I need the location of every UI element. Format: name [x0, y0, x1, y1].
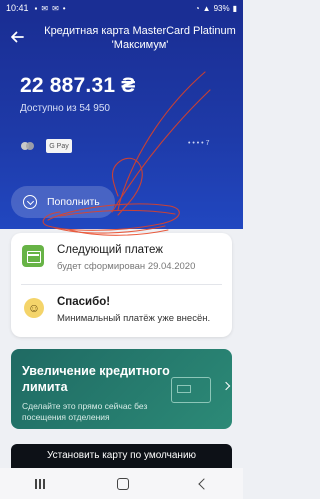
- credit-limit-promo-banner[interactable]: Увеличение кредитного лимита Сделайте эт…: [11, 349, 232, 429]
- email-icon: ✉: [41, 3, 49, 13]
- battery-icon: ▮: [232, 3, 237, 13]
- download-icon: [23, 195, 37, 209]
- recent-apps-icon[interactable]: [35, 478, 47, 489]
- card-number-mask: • • • • 7: [188, 140, 210, 147]
- promo-title: Увеличение кредитного лимита: [22, 364, 170, 394]
- sim-icon: ▪: [34, 3, 38, 13]
- signal-icon: ▲: [202, 3, 211, 13]
- wifi-icon: ◔: [194, 3, 200, 13]
- battery-label: 93%: [213, 3, 230, 13]
- next-payment-row[interactable]: Следующий платеж будет сформирован 29.04…: [11, 233, 232, 283]
- smiley-icon: ☺: [24, 298, 44, 318]
- card-balance: 22 887.31 ₴: [20, 74, 136, 97]
- google-pay-icon: G Pay: [46, 139, 72, 153]
- mail-icon: ✉: [52, 3, 59, 13]
- card-header: Кредитная карта MasterCard Platinum 'Мак…: [0, 16, 243, 229]
- more-dots-icon: •: [62, 3, 66, 13]
- next-payment-title: Следующий платеж: [57, 244, 163, 256]
- android-navigation-bar: [0, 468, 243, 499]
- calendar-icon: [22, 245, 44, 267]
- card-title: Кредитная карта MasterCard Platinum 'Мак…: [44, 25, 236, 51]
- status-time: 10:41: [6, 3, 29, 13]
- status-bar: 10:41 ▪ ✉ ✉ • ◔ ▲ 93% ▮: [0, 0, 243, 16]
- payment-methods: G Pay: [20, 139, 72, 153]
- status-notification-icons: ▪ ✉ ✉ •: [35, 4, 66, 13]
- thanks-row: ☺ Спасибо! Минимальный платёж уже внесён…: [11, 285, 232, 335]
- set-default-card-label: Установить карту по умолчанию: [46, 450, 197, 461]
- home-icon[interactable]: [117, 477, 130, 490]
- credit-card-icon: [171, 377, 211, 403]
- back-arrow-icon[interactable]: [8, 28, 26, 46]
- available-limit: Доступно из 54 950: [20, 103, 110, 114]
- chevron-right-icon: [221, 381, 231, 391]
- promo-subtitle: Сделайте это прямо сейчас без посещения …: [22, 401, 148, 422]
- status-right: ◔ ▲ 93% ▮: [195, 4, 237, 13]
- mastercard-icon: [20, 141, 36, 151]
- topup-button[interactable]: Пополнить: [11, 186, 115, 218]
- next-payment-date: будет сформирован 29.04.2020: [57, 261, 196, 272]
- thanks-message: Минимальный платёж уже внесён.: [57, 313, 211, 324]
- payment-info-card: Следующий платеж будет сформирован 29.04…: [11, 233, 232, 337]
- nav-back-icon[interactable]: [198, 477, 210, 490]
- thanks-title: Спасибо!: [57, 296, 111, 308]
- topup-label: Пополнить: [47, 196, 100, 208]
